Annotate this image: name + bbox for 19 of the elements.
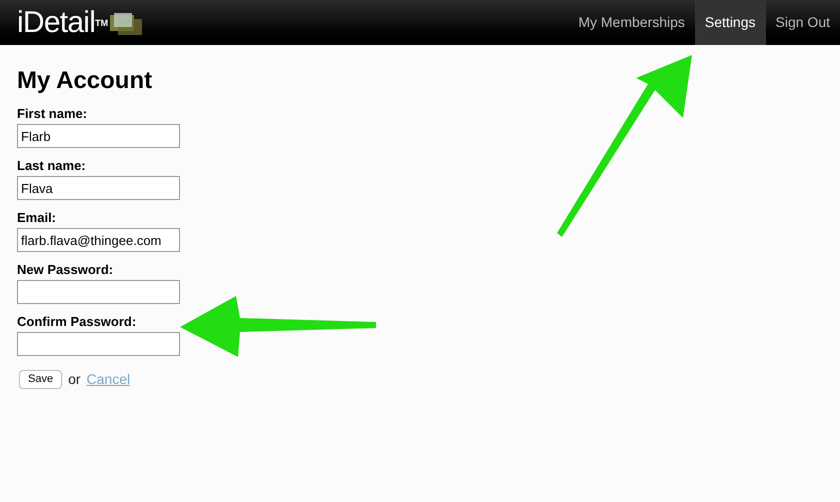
page-title: My Account xyxy=(17,66,154,96)
nav-link[interactable]: My Memberships xyxy=(568,0,695,45)
or-text: or xyxy=(68,370,81,389)
password-field[interactable] xyxy=(17,280,180,304)
field-label: First name: xyxy=(17,106,88,122)
nav-link[interactable]: Settings xyxy=(694,0,766,45)
field-label: Last name: xyxy=(17,158,87,174)
input-field[interactable]: Flarb xyxy=(17,124,180,148)
trademark-mark: TM xyxy=(95,16,108,30)
save-button[interactable]: Save xyxy=(19,370,62,389)
logo-text: iDetail xyxy=(17,8,96,38)
field-label: New Password: xyxy=(17,262,114,278)
field-label: Email: xyxy=(17,210,58,226)
nav-link[interactable]: Sign Out xyxy=(766,0,840,45)
field-label: Confirm Password: xyxy=(17,314,138,330)
input-field[interactable]: flarb.flava@thingee.com xyxy=(17,228,180,252)
logo-icon xyxy=(110,10,142,34)
password-field[interactable] xyxy=(17,332,180,356)
input-field[interactable]: Flava xyxy=(17,176,180,200)
